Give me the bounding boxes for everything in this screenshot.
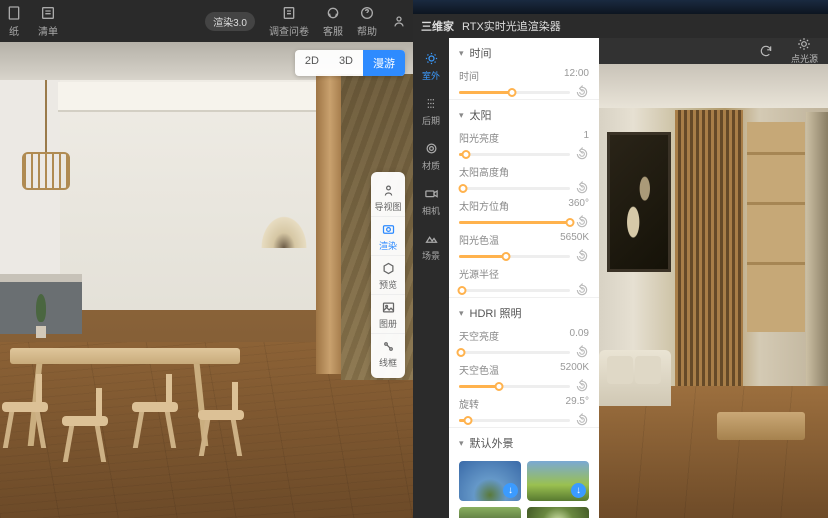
dining-table xyxy=(10,348,240,364)
right-window-chrome xyxy=(413,0,828,14)
pendant-light xyxy=(22,152,70,190)
low-cabinet xyxy=(717,412,805,440)
slider-sky-brightness[interactable] xyxy=(459,351,570,354)
brand-logo: 三维家 xyxy=(421,18,454,34)
hdri-thumb[interactable]: ↓ xyxy=(459,461,521,501)
light-btn[interactable]: 点光源 xyxy=(791,38,818,65)
app-title: RTX实时光追渲染器 xyxy=(462,18,561,34)
right-render-app: 三维家 RTX实时光追渲染器 室外 后期 材质 相机 场景 xyxy=(413,0,828,518)
download-icon[interactable]: ↓ xyxy=(571,483,586,498)
row-time: 时间12:00 xyxy=(449,65,599,99)
rail-camera[interactable]: 相机 xyxy=(413,179,449,224)
hdri-thumb[interactable]: ↓ xyxy=(459,507,521,518)
reset-icon[interactable] xyxy=(575,413,589,427)
section-env[interactable]: 默认外景 xyxy=(449,427,599,455)
rail-material[interactable]: 材质 xyxy=(413,134,449,179)
settings-rail: 室外 后期 材质 相机 场景 xyxy=(413,38,449,518)
slider-sun-altitude[interactable] xyxy=(459,187,570,190)
slider-sun-azimuth[interactable] xyxy=(459,221,570,224)
section-time[interactable]: 时间 xyxy=(449,38,599,65)
service-btn[interactable]: 客服 xyxy=(323,5,343,38)
inspect-btn[interactable]: 调查问卷 xyxy=(269,5,309,38)
rail-post[interactable]: 后期 xyxy=(413,89,449,134)
reset-icon[interactable] xyxy=(575,85,589,99)
reset-icon[interactable] xyxy=(575,249,589,263)
reset-icon[interactable] xyxy=(575,181,589,195)
render-topbar: 点光源 xyxy=(599,38,828,64)
download-icon[interactable]: ↓ xyxy=(503,483,518,498)
wood-slat-wall xyxy=(675,110,743,386)
slider-time[interactable] xyxy=(459,91,570,94)
settings-panel: 时间 时间12:00 太阳 阳光亮度1 太阳高度角 太阳方位角360° 阳光色温… xyxy=(449,38,599,518)
wall-artwork xyxy=(607,132,671,272)
reset-icon[interactable] xyxy=(575,215,589,229)
tool-image[interactable]: 图册 xyxy=(371,295,405,334)
render-viewport[interactable]: 点光源 xyxy=(599,38,828,518)
wood-divider xyxy=(316,74,344,374)
refresh-btn[interactable] xyxy=(759,44,773,58)
view-mode-toggle: 2D 3D 漫游 xyxy=(295,50,405,76)
section-hdri[interactable]: HDRI 照明 xyxy=(449,297,599,325)
user-avatar-icon[interactable] xyxy=(391,13,407,29)
left-header: 纸 清单 渲染3.0 调查问卷 客服 帮助 xyxy=(0,0,413,42)
mode-roam[interactable]: 漫游 xyxy=(363,50,405,76)
slider-sun-radius[interactable] xyxy=(459,289,570,292)
mode-2d[interactable]: 2D xyxy=(295,50,329,76)
viewport-side-toolbar: 导视图 渲染 预览 图册 线框 xyxy=(371,172,405,378)
reset-icon[interactable] xyxy=(575,379,589,393)
chair xyxy=(132,374,178,448)
chair xyxy=(198,382,244,456)
mode-3d[interactable]: 3D xyxy=(329,50,363,76)
chair xyxy=(62,388,108,462)
hdri-grid: ↓ ↓ ↓ ↓ xyxy=(449,455,599,518)
hdri-thumb[interactable]: ↓ xyxy=(527,461,589,501)
slider-sun-temp[interactable] xyxy=(459,255,570,258)
tool-wire[interactable]: 线框 xyxy=(371,334,405,372)
plant-decor xyxy=(32,294,50,338)
tool-preview[interactable]: 预览 xyxy=(371,256,405,295)
help-btn[interactable]: 帮助 xyxy=(357,5,377,38)
paper-btn[interactable]: 纸 xyxy=(6,5,22,38)
chair xyxy=(2,374,48,448)
section-sun[interactable]: 太阳 xyxy=(449,99,599,127)
wood-shelf xyxy=(747,122,805,332)
right-titlebar: 三维家 RTX实时光追渲染器 xyxy=(413,14,828,38)
left-design-app: 纸 清单 渲染3.0 调查问卷 客服 帮助 xyxy=(0,0,413,518)
version-pill[interactable]: 渲染3.0 xyxy=(205,12,255,31)
tool-nav[interactable]: 导视图 xyxy=(371,178,405,217)
slider-sun-brightness[interactable] xyxy=(459,153,570,156)
design-3d-viewport[interactable]: 2D 3D 漫游 导视图 渲染 预览 图册 线框 xyxy=(0,42,413,518)
slider-rotation[interactable] xyxy=(459,419,570,422)
reset-icon[interactable] xyxy=(575,345,589,359)
slider-sky-temp[interactable] xyxy=(459,385,570,388)
tool-render[interactable]: 渲染 xyxy=(371,217,405,256)
rail-scene[interactable]: 场景 xyxy=(413,224,449,269)
reset-icon[interactable] xyxy=(575,147,589,161)
rail-outdoor[interactable]: 室外 xyxy=(413,44,449,89)
reset-icon[interactable] xyxy=(575,283,589,297)
list-btn[interactable]: 清单 xyxy=(38,5,58,38)
hdri-thumb[interactable]: ↓ xyxy=(527,507,589,518)
sofa xyxy=(599,350,671,406)
